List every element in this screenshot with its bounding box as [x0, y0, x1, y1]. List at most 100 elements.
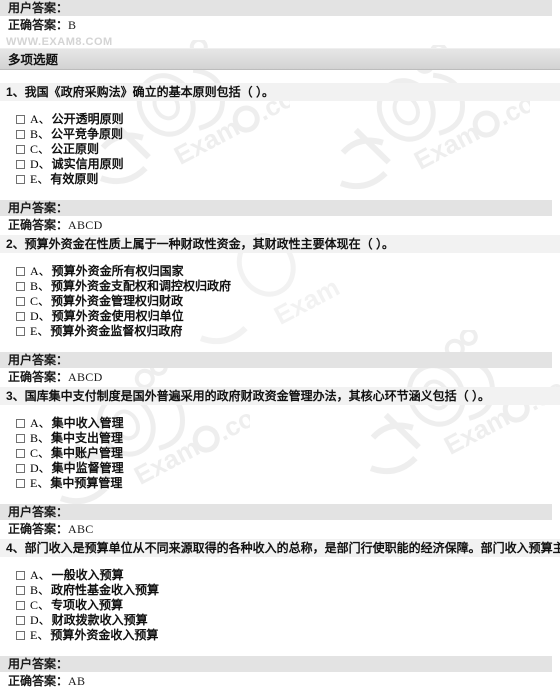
correct-answer-label: 正确答案：	[8, 674, 69, 688]
checkbox-icon[interactable]	[16, 601, 25, 610]
option-item[interactable]: E、 有效原则	[16, 172, 560, 187]
option-label: 预算外资金监督权归政府	[50, 324, 183, 338]
checkbox-icon[interactable]	[16, 312, 25, 321]
option-item[interactable]: D、 集中监督管理	[16, 461, 560, 476]
checkbox-icon[interactable]	[16, 175, 25, 184]
question-stem-text: 4、部门收入是预算单位从不同来源取得的各种收入的总称，是部门行使职能的经济保障。…	[6, 541, 560, 555]
option-letter: E、	[30, 324, 50, 338]
user-answer-row: 用户答案：	[0, 0, 552, 16]
checkbox-icon[interactable]	[16, 449, 25, 458]
option-label: 预算外资金收入预算	[50, 628, 159, 642]
user-answer-label: 用户答案：	[8, 657, 69, 671]
checkbox-icon[interactable]	[16, 130, 25, 139]
option-item[interactable]: B、 预算外资金支配权和调控权归政府	[16, 279, 560, 294]
option-item[interactable]: B、 公平竞争原则	[16, 127, 560, 142]
option-letter: D、	[30, 613, 51, 627]
option-item[interactable]: D、 预算外资金使用权归单位	[16, 309, 560, 324]
option-item[interactable]: C、 集中账户管理	[16, 446, 560, 461]
checkbox-icon[interactable]	[16, 616, 25, 625]
checkbox-icon[interactable]	[16, 160, 25, 169]
option-item[interactable]: A、 一般收入预算	[16, 568, 560, 583]
option-item[interactable]: C、 公正原则	[16, 142, 560, 157]
option-letter: C、	[30, 446, 51, 460]
option-list: A、 集中收入管理 B、 集中支出管理 C、 集中账户管理 D、 集中监督管理 …	[0, 416, 560, 491]
option-item[interactable]: A、 公开透明原则	[16, 112, 560, 127]
option-letter: D、	[30, 461, 51, 475]
checkbox-icon[interactable]	[16, 327, 25, 336]
correct-answer-label: 正确答案：	[8, 370, 69, 384]
checkbox-icon[interactable]	[16, 571, 25, 580]
option-item[interactable]: D、 诚实信用原则	[16, 157, 560, 172]
option-list: A、 一般收入预算 B、 政府性基金收入预算 C、 专项收入预算 D、 财政拨款…	[0, 568, 560, 643]
correct-answer-value: B	[68, 18, 77, 32]
option-list: A、 预算外资金所有权归国家 B、 预算外资金支配权和调控权归政府 C、 预算外…	[0, 264, 560, 339]
option-label: 预算外资金支配权和调控权归政府	[51, 279, 232, 293]
question-stem: 1、我国《政府采购法》确立的基本原则包括（ ）。	[0, 83, 560, 101]
correct-answer-row: 正确答案：AB	[0, 672, 560, 691]
option-item[interactable]: D、 财政拨款收入预算	[16, 613, 560, 628]
option-item[interactable]: E、 预算外资金收入预算	[16, 628, 560, 643]
question-stem: 4、部门收入是预算单位从不同来源取得的各种收入的总称，是部门行使职能的经济保障。…	[0, 539, 560, 557]
user-answer-row: 用户答案：	[0, 352, 552, 368]
option-letter: B、	[30, 279, 51, 293]
option-label: 预算外资金使用权归单位	[51, 309, 184, 323]
user-answer-label: 用户答案：	[8, 505, 69, 519]
option-item[interactable]: A、 集中收入管理	[16, 416, 560, 431]
option-item[interactable]: E、 预算外资金监督权归政府	[16, 324, 560, 339]
option-label: 公正原则	[51, 142, 100, 156]
correct-answer-label: 正确答案：	[8, 522, 69, 536]
user-answer-row: 用户答案：	[0, 504, 552, 520]
checkbox-icon[interactable]	[16, 434, 25, 443]
checkbox-icon[interactable]	[16, 586, 25, 595]
option-item[interactable]: B、 政府性基金收入预算	[16, 583, 560, 598]
option-label: 专项收入预算	[51, 598, 124, 612]
option-label: 集中监督管理	[51, 461, 124, 475]
option-letter: B、	[30, 431, 51, 445]
correct-answer-label: 正确答案：	[8, 218, 69, 232]
option-letter: A、	[30, 112, 51, 126]
question-stem: 2、预算外资金在性质上属于一种财政性资金，其财政性主要体现在（ ）。	[0, 235, 560, 253]
checkbox-icon[interactable]	[16, 479, 25, 488]
option-letter: E、	[30, 476, 50, 490]
option-label: 集中收入管理	[51, 416, 124, 430]
option-label: 诚实信用原则	[51, 157, 124, 171]
checkbox-icon[interactable]	[16, 115, 25, 124]
exam-review-page: 用户答案： 正确答案：B 多项选题 1、我国《政府采购法》确立的基本原则包括（ …	[0, 0, 560, 691]
checkbox-icon[interactable]	[16, 282, 25, 291]
checkbox-icon[interactable]	[16, 145, 25, 154]
option-letter: D、	[30, 157, 51, 171]
correct-answer-label: 正确答案：	[8, 18, 69, 32]
option-letter: C、	[30, 598, 51, 612]
option-letter: E、	[30, 628, 50, 642]
checkbox-icon[interactable]	[16, 464, 25, 473]
checkbox-icon[interactable]	[16, 419, 25, 428]
option-letter: A、	[30, 568, 51, 582]
option-item[interactable]: E、 集中预算管理	[16, 476, 560, 491]
option-letter: C、	[30, 142, 51, 156]
correct-answer-value: AB	[68, 674, 86, 688]
option-item[interactable]: C、 预算外资金管理权归财政	[16, 294, 560, 309]
question-stem-text: 2、预算外资金在性质上属于一种财政性资金，其财政性主要体现在（ ）。	[6, 237, 395, 251]
checkbox-icon[interactable]	[16, 297, 25, 306]
option-label: 一般收入预算	[51, 568, 124, 582]
option-label: 公开透明原则	[51, 112, 124, 126]
correct-answer-row: 正确答案：B	[0, 16, 560, 35]
option-letter: B、	[30, 583, 51, 597]
option-item[interactable]: B、 集中支出管理	[16, 431, 560, 446]
option-label: 集中预算管理	[50, 476, 123, 490]
option-letter: E、	[30, 172, 50, 186]
user-answer-label: 用户答案：	[8, 1, 69, 15]
question-stem-text: 1、我国《政府采购法》确立的基本原则包括（ ）。	[6, 85, 275, 99]
checkbox-icon[interactable]	[16, 631, 25, 640]
option-item[interactable]: A、 预算外资金所有权归国家	[16, 264, 560, 279]
section-title: 多项选题	[8, 53, 59, 67]
correct-answer-value: ABC	[68, 522, 94, 536]
option-item[interactable]: C、 专项收入预算	[16, 598, 560, 613]
checkbox-icon[interactable]	[16, 267, 25, 276]
